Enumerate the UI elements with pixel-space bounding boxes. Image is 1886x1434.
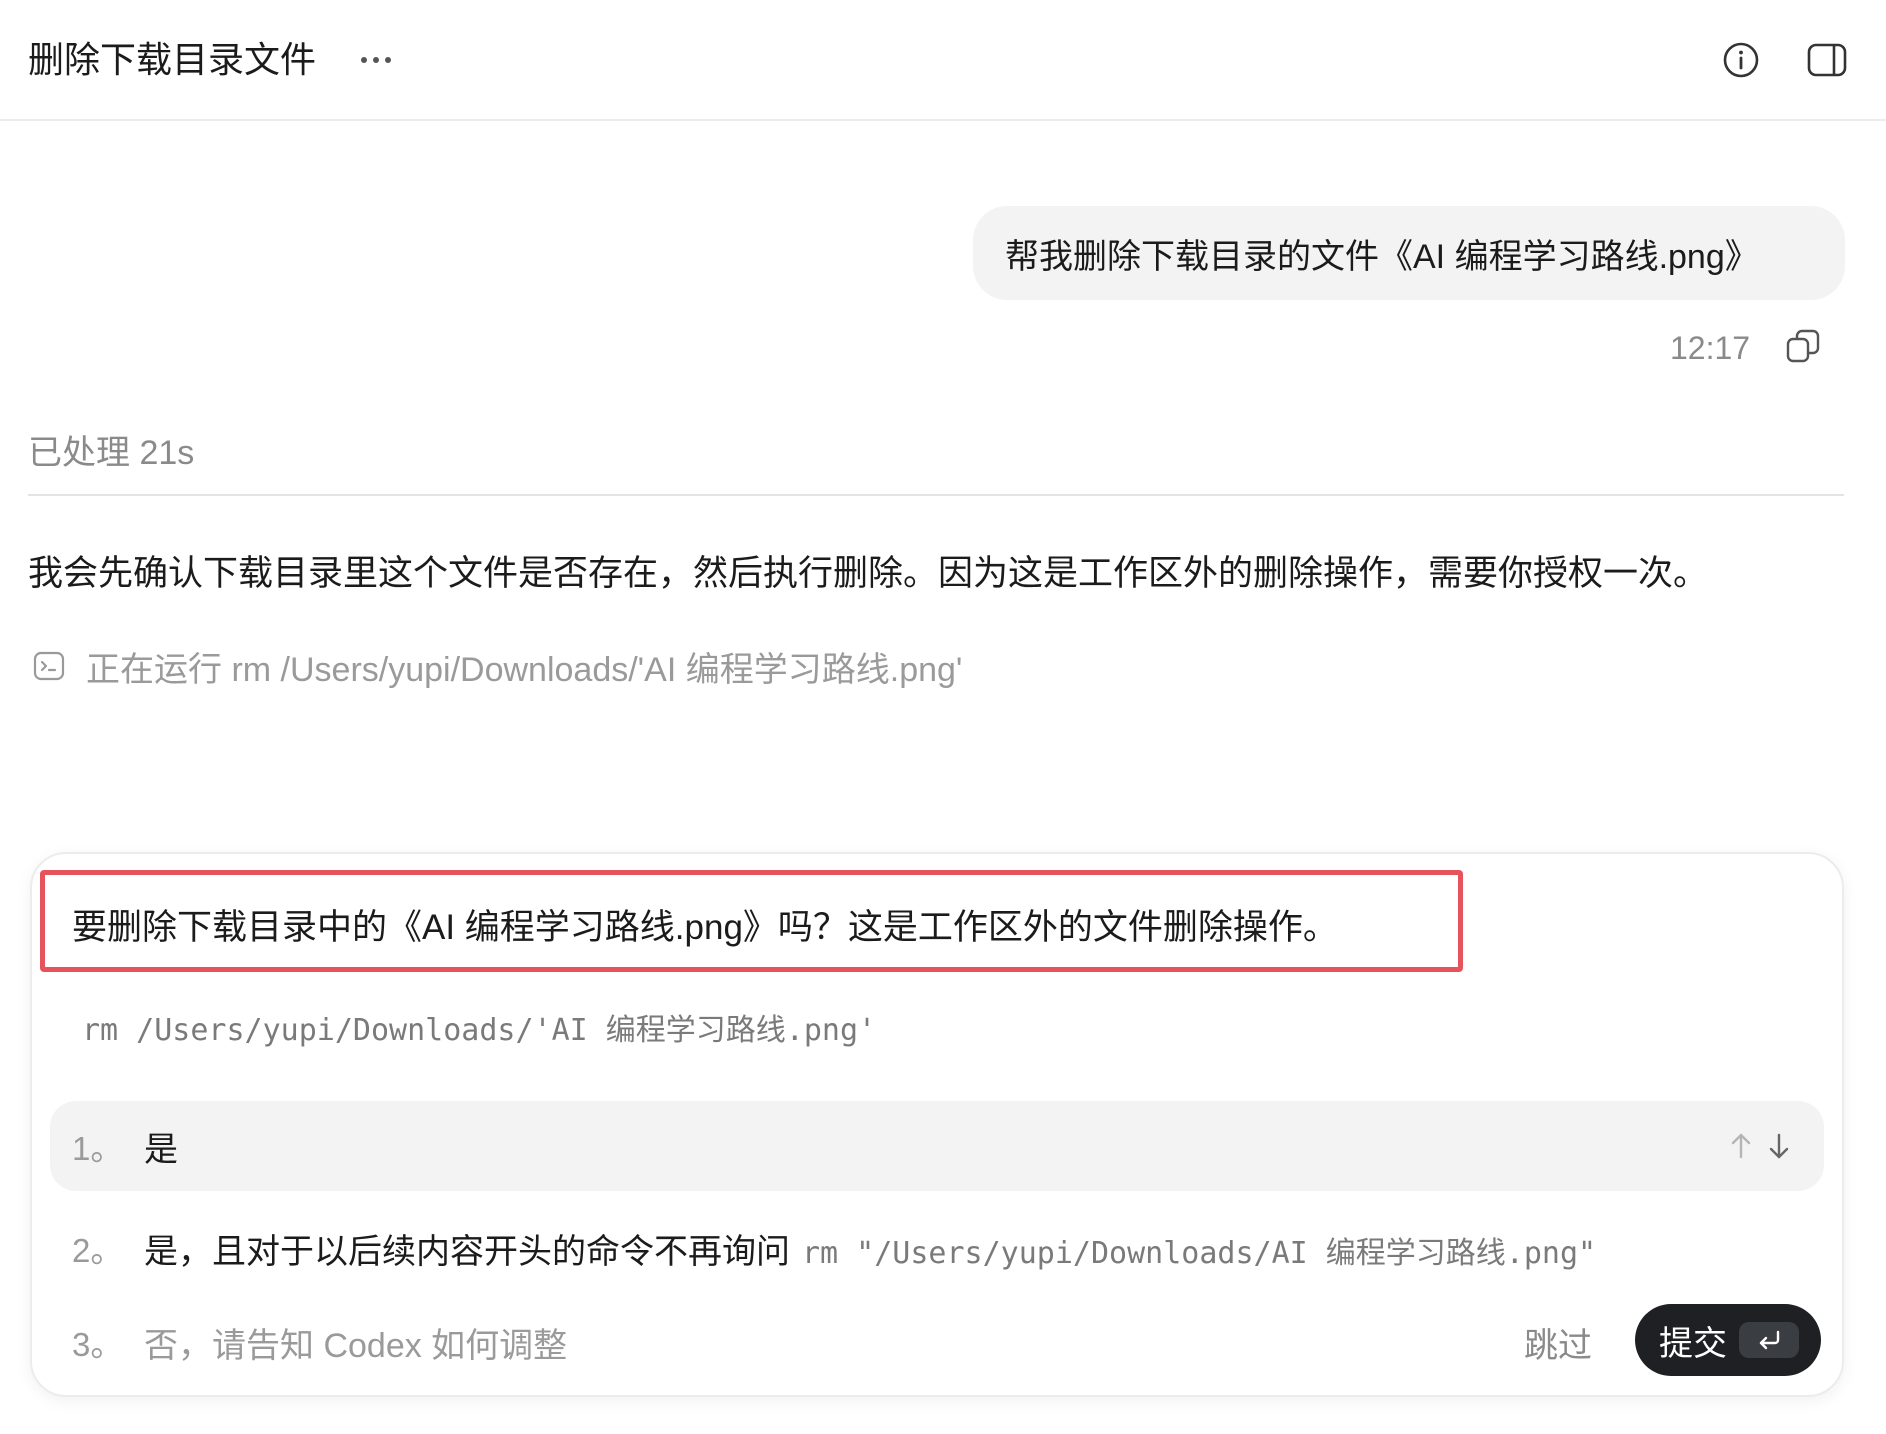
more-options-button[interactable] — [356, 44, 396, 76]
user-message-bubble: 帮我删除下载目录的文件《AI 编程学习路线.png》 — [973, 206, 1845, 300]
arrow-up-icon[interactable] — [1726, 1130, 1756, 1162]
return-arrow-icon — [1759, 1330, 1780, 1350]
arrow-down-icon[interactable] — [1764, 1130, 1794, 1162]
sidebar-panel-icon[interactable] — [1806, 40, 1848, 80]
section-divider — [28, 494, 1844, 496]
running-command-text: 正在运行 rm /Users/yupi/Downloads/'AI 编程学习路线… — [86, 650, 963, 689]
approval-question: 要删除下载目录中的《AI 编程学习路线.png》吗？这是工作区外的文件删除操作。 — [72, 908, 1338, 947]
copy-icon[interactable] — [1783, 326, 1823, 366]
conversation-title: 删除下载目录文件 — [28, 39, 317, 80]
running-command-row[interactable]: 正在运行 rm /Users/yupi/Downloads/'AI 编程学习路线… — [32, 643, 962, 689]
processed-status[interactable]: 已处理 21s — [28, 425, 194, 474]
user-message-text: 帮我删除下载目录的文件《AI 编程学习路线.png》 — [1005, 237, 1759, 276]
option-nav-arrows — [1726, 1130, 1794, 1162]
enter-key-icon — [1739, 1322, 1799, 1358]
option-label: 是，且对于以后续内容开头的命令不再询问 rm "/Users/yupi/Downl… — [144, 1224, 1596, 1273]
option-number: 3。 — [72, 1326, 124, 1363]
option-label: 是 — [144, 1130, 178, 1169]
option-number: 2。 — [72, 1232, 124, 1269]
approval-command: rm /Users/yupi/Downloads/'AI 编程学习路线.png' — [82, 1013, 877, 1048]
submit-button[interactable]: 提交 — [1635, 1304, 1821, 1376]
option-label-text: 是，且对于以后续内容开头的命令不再询问 — [144, 1232, 790, 1271]
option-yes[interactable]: 1。 是 — [50, 1101, 1824, 1191]
option-number: 1。 — [72, 1130, 124, 1167]
option-label: 否，请告知 Codex 如何调整 — [144, 1326, 568, 1365]
assistant-message-text: 我会先确认下载目录里这个文件是否存在，然后执行删除。因为这是工作区外的删除操作，… — [28, 554, 1709, 593]
message-timestamp: 12:17 — [1670, 330, 1751, 366]
terminal-icon — [33, 651, 65, 681]
info-circle-icon[interactable] — [1721, 40, 1761, 80]
submit-label: 提交 — [1659, 1324, 1727, 1363]
option-no-adjust[interactable]: 3。 否，请告知 Codex 如何调整 — [50, 1297, 1450, 1387]
conversation-header: 删除下载目录文件 — [0, 0, 1886, 121]
skip-button[interactable]: 跳过 — [1524, 1318, 1592, 1367]
option-command-prefix: rm "/Users/yupi/Downloads/AI 编程学习路线.png" — [802, 1235, 1597, 1271]
more-horizontal-icon — [361, 57, 367, 63]
option-yes-always[interactable]: 2。 是，且对于以后续内容开头的命令不再询问 rm "/Users/yupi/Do… — [50, 1203, 1824, 1293]
